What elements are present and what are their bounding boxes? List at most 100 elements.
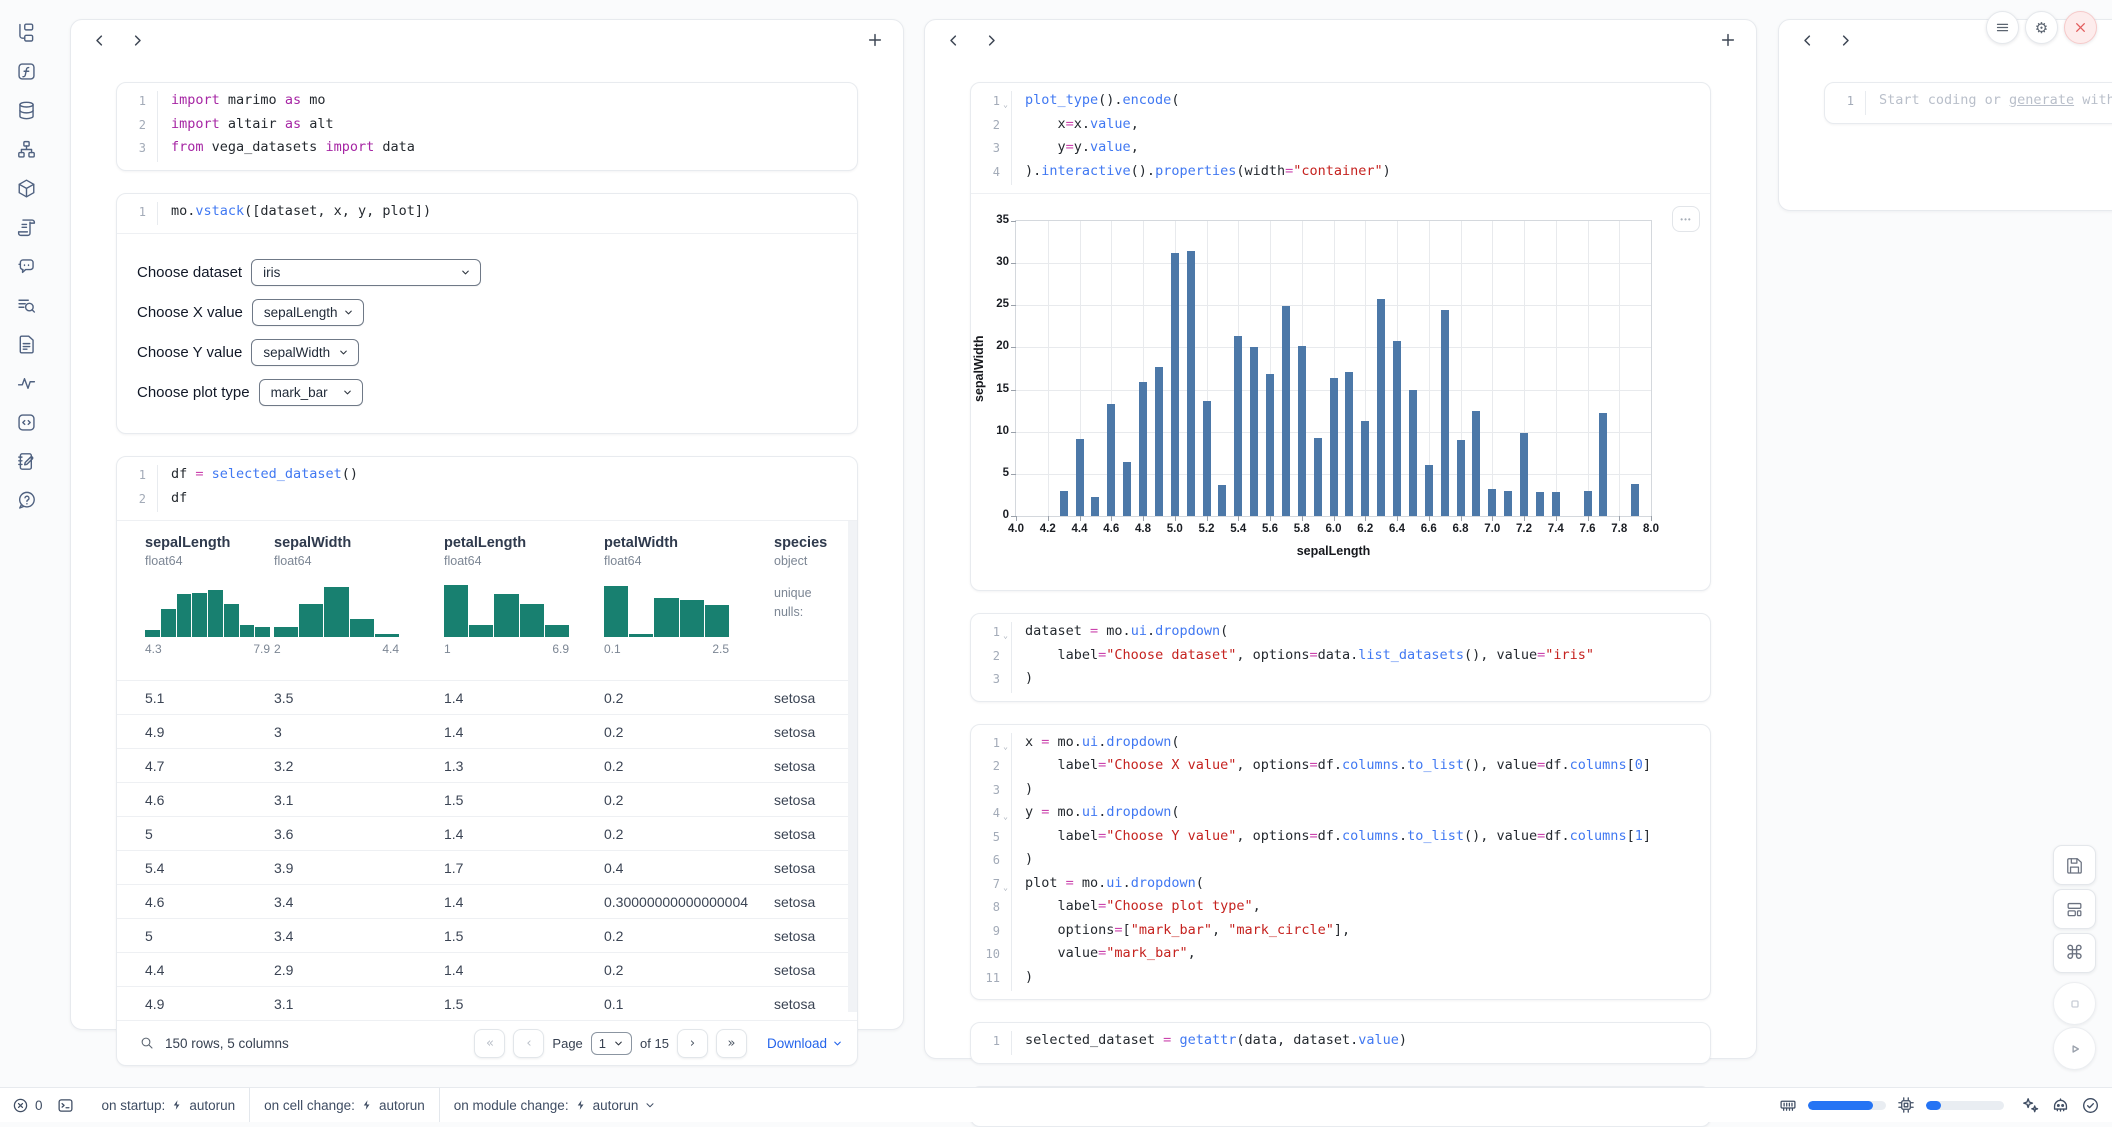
axis-tick [1011, 432, 1016, 433]
run-button[interactable] [2053, 1027, 2096, 1070]
chart-bar [1076, 439, 1084, 516]
table-cell: setosa [774, 690, 857, 706]
code-line: 3⌄ y=y.value, [971, 138, 1710, 162]
page-select[interactable]: 1 [591, 1032, 632, 1055]
table-cell: 0.30000000000000004 [604, 894, 774, 910]
x-tick-label: 5.8 [1285, 523, 1319, 535]
code-editor[interactable]: 1⌄dataset = mo.ui.dropdown(2⌄ label="Cho… [971, 614, 1710, 701]
code-editor[interactable]: 1⌄ Start coding or generate with [1825, 83, 2112, 123]
dropdown-select-iris[interactable]: iris [251, 259, 481, 286]
column-header-petalLength[interactable]: petalLengthfloat6416.9 [444, 535, 604, 680]
code-editor[interactable]: 1⌄selected_dataset = getattr(data, datas… [971, 1023, 1710, 1063]
chevron-right-icon[interactable] [981, 30, 1001, 50]
search-icon[interactable] [139, 1035, 155, 1051]
chart-options-button[interactable]: ••• [1672, 206, 1700, 232]
packages-icon[interactable] [14, 176, 38, 200]
keyboard-shortcuts-button[interactable]: ⌘ [2053, 933, 2096, 973]
code-line: 1⌄df = selected_dataset() [117, 465, 857, 489]
column-header-sepalWidth[interactable]: sepalWidthfloat6424.4 [274, 535, 444, 680]
column-header-species[interactable]: speciesobjectuniquenulls: [774, 535, 857, 680]
on-cell-change-toggle[interactable]: on cell change: autorun [250, 1098, 439, 1113]
chevron-left-icon[interactable] [1797, 30, 1817, 50]
code-line: 2⌄df [117, 489, 857, 513]
tracing-icon[interactable] [14, 371, 38, 395]
line-number: 3⌄ [971, 138, 1012, 162]
functions-icon[interactable] [14, 59, 38, 83]
chat-icon[interactable] [14, 254, 38, 278]
code-editor[interactable]: 1⌄mo.vstack([dataset, x, y, plot]) [117, 194, 857, 234]
stop-button[interactable] [2053, 982, 2096, 1025]
column-meta: uniquenulls: [774, 584, 857, 622]
chart-bar [1393, 341, 1401, 516]
dropdown-row: Choose Y valuesepalWidth [137, 339, 837, 366]
prev-page-button[interactable]: ‹ [513, 1029, 544, 1058]
search-logs-icon[interactable] [14, 293, 38, 317]
chevron-left-icon[interactable] [943, 30, 963, 50]
first-page-button[interactable]: « [474, 1029, 505, 1058]
chart-bar [1536, 492, 1544, 516]
column-header-sepalLength[interactable]: sepalLengthfloat644.37.9 [117, 535, 274, 680]
file-explorer-icon[interactable] [14, 20, 38, 44]
axis-tick [1207, 516, 1208, 521]
terminal-button[interactable] [57, 1097, 74, 1114]
dropdown-select-mark_bar[interactable]: mark_bar [259, 379, 363, 406]
table-cell: setosa [774, 928, 857, 944]
add-cell-button[interactable] [865, 30, 885, 50]
chevron-left-icon[interactable] [89, 30, 109, 50]
menu-button[interactable] [1986, 11, 2019, 44]
axis-tick [1397, 516, 1398, 521]
help-icon[interactable] [14, 488, 38, 512]
logs-icon[interactable] [14, 215, 38, 239]
chart-bar [1107, 404, 1115, 516]
chevron-right-icon[interactable] [1835, 30, 1855, 50]
column-header-petalWidth[interactable]: petalWidthfloat640.12.5 [604, 535, 774, 680]
axis-tick [1270, 516, 1271, 521]
table-cell: 1.4 [444, 826, 604, 842]
next-page-button[interactable]: › [677, 1029, 708, 1058]
datasources-icon[interactable] [14, 98, 38, 122]
connection-status-button[interactable] [2081, 1096, 2100, 1115]
last-page-button[interactable]: » [716, 1029, 747, 1058]
generate-link[interactable]: generate [2009, 92, 2074, 108]
dropdown-select-sepalWidth[interactable]: sepalWidth [251, 339, 359, 366]
line-number: 2⌄ [971, 115, 1012, 139]
table-scrollbar[interactable] [848, 521, 857, 1012]
code-editor[interactable]: 1⌄df = selected_dataset()2⌄df [117, 457, 857, 520]
code-editor[interactable]: 1⌄x = mo.ui.dropdown(2⌄ label="Choose X … [971, 725, 1710, 1000]
shutdown-button[interactable] [2064, 11, 2097, 44]
layout-toggle-button[interactable] [2053, 889, 2096, 929]
table-row: 4.63.41.40.30000000000000004setosa [117, 885, 857, 919]
snippets-icon[interactable] [14, 410, 38, 434]
table-cell: 1.4 [444, 724, 604, 740]
ai-assist-button[interactable] [2021, 1096, 2040, 1115]
right-column-header [1779, 20, 2112, 60]
table-cell: 0.4 [604, 860, 774, 876]
column-histogram [444, 582, 569, 637]
line-number: 3⌄ [117, 138, 158, 162]
axis-tick [1011, 221, 1016, 222]
dropdown-select-sepalLength[interactable]: sepalLength [252, 299, 364, 326]
x-tick-label: 4.6 [1094, 523, 1128, 535]
x-tick-label: 6.4 [1380, 523, 1414, 535]
chart-plot-area[interactable]: 4.04.24.44.64.85.05.25.45.65.86.06.26.46… [1015, 220, 1652, 517]
save-button[interactable] [2053, 845, 2096, 885]
chart-bar [1409, 390, 1417, 516]
code-editor[interactable]: 1⌄import marimo as mo2⌄import altair as … [117, 83, 857, 170]
scratchpad-icon[interactable] [14, 449, 38, 473]
axis-tick [1011, 263, 1016, 264]
dependencies-icon[interactable] [14, 137, 38, 161]
axis-tick [1011, 347, 1016, 348]
on-module-change-toggle[interactable]: on module change: autorun [440, 1098, 671, 1113]
documentation-icon[interactable] [14, 332, 38, 356]
error-count-button[interactable]: 0 [12, 1097, 43, 1114]
table-cell: 3.1 [274, 996, 444, 1012]
settings-button[interactable]: ⚙ [2025, 11, 2058, 44]
download-button[interactable]: Download [767, 1036, 843, 1051]
code-editor[interactable]: 1⌄plot_type().encode(2⌄ x=x.value,3⌄ y=y… [971, 83, 1710, 193]
on-startup-toggle[interactable]: on startup: autorun [88, 1098, 250, 1113]
axis-tick [1365, 516, 1366, 521]
chatbot-button[interactable] [2051, 1096, 2070, 1115]
chevron-right-icon[interactable] [127, 30, 147, 50]
chart-bar [1203, 401, 1211, 516]
add-cell-button[interactable] [1718, 30, 1738, 50]
